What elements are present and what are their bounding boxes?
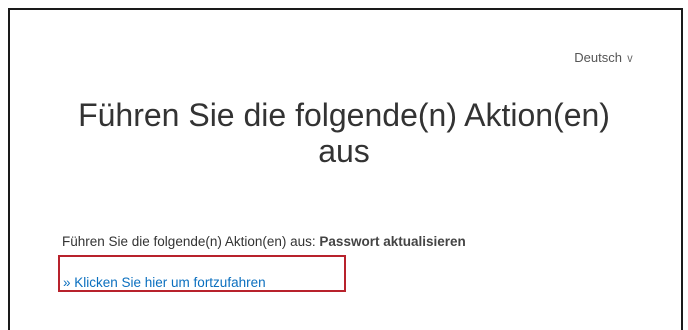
required-action-name: Passwort aktualisieren	[319, 234, 466, 249]
instruction-prefix: Führen Sie die folgende(n) Aktion(en) au…	[62, 234, 316, 249]
page-title: Führen Sie die folgende(n) Aktion(en) au…	[78, 97, 610, 169]
required-action-instruction: Führen Sie die folgende(n) Aktion(en) au…	[62, 234, 466, 249]
continue-link[interactable]: » Klicken Sie hier um fortzufahren	[63, 275, 266, 290]
chevron-down-icon: v	[627, 50, 633, 65]
language-label: Deutsch	[574, 50, 622, 65]
language-selector[interactable]: Deutsch v	[574, 50, 633, 65]
login-panel: Deutsch v Führen Sie die folgende(n) Akt…	[8, 8, 683, 330]
